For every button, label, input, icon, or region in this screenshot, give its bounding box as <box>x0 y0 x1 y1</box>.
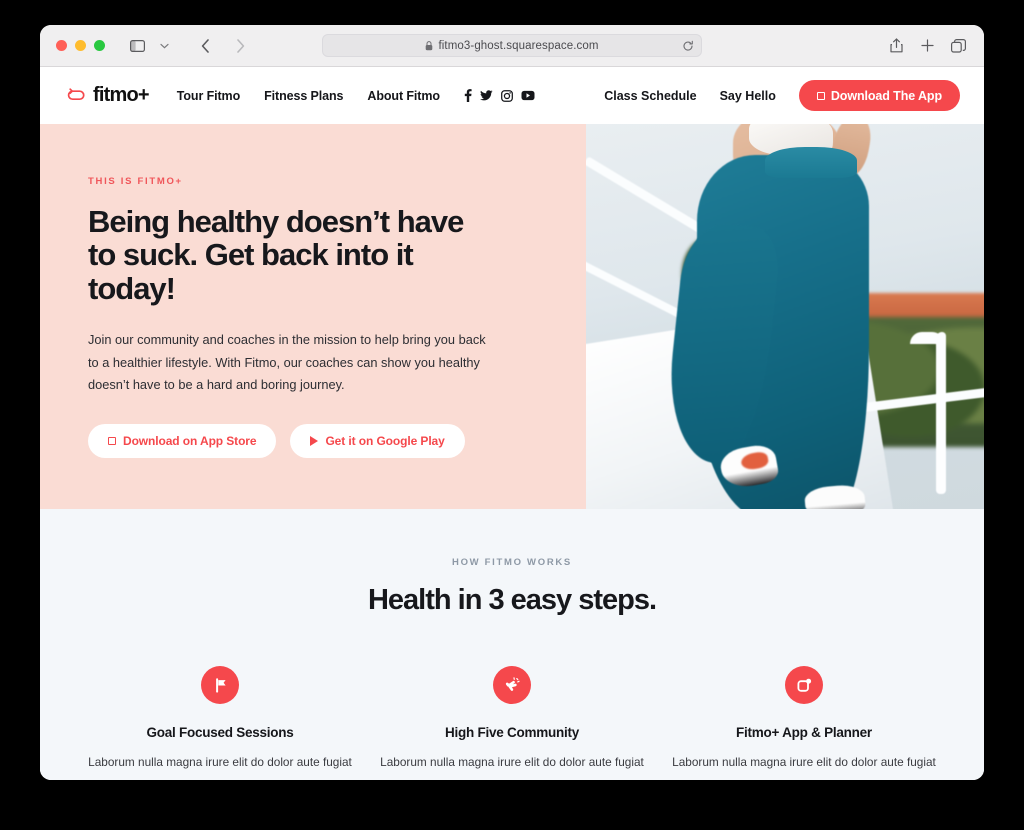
feature-card: High Five Community Laborum nulla magna … <box>366 666 658 772</box>
address-bar[interactable]: fitmo3-ghost.squarespace.com <box>322 34 702 57</box>
url-text: fitmo3-ghost.squarespace.com <box>438 39 599 52</box>
google-play-icon <box>310 435 319 446</box>
feature-card: Goal Focused Sessions Laborum nulla magn… <box>74 666 366 772</box>
nav-item-fitness-plans[interactable]: Fitness Plans <box>264 89 343 103</box>
google-play-button[interactable]: Get it on Google Play <box>290 423 465 458</box>
feature-body: Laborum nulla magna irure elit do dolor … <box>380 755 644 769</box>
main-nav: Tour Fitmo Fitness Plans About Fitmo <box>177 89 440 103</box>
instagram-icon[interactable] <box>500 89 513 102</box>
google-play-label: Get it on Google Play <box>325 433 445 448</box>
app-store-label: Download on App Store <box>123 433 257 448</box>
browser-window: fitmo3-ghost.squarespace.com fitmo+ Tour… <box>40 25 984 780</box>
clapping-hands-icon <box>493 666 531 704</box>
lock-icon <box>425 40 433 51</box>
hero-eyebrow: THIS IS FITMO+ <box>88 176 183 187</box>
hero-image-post-right <box>910 331 947 494</box>
hero-content: THIS IS FITMO+ Being healthy doesn’t hav… <box>40 124 586 509</box>
reload-icon[interactable] <box>682 40 694 52</box>
download-the-app-label: Download The App <box>830 88 942 103</box>
twitter-icon[interactable] <box>479 90 493 101</box>
app-store-icon <box>108 436 116 445</box>
app-square-icon <box>816 91 825 100</box>
youtube-icon[interactable] <box>521 90 535 101</box>
nav-item-about-fitmo[interactable]: About Fitmo <box>367 89 440 103</box>
section-kicker: HOW FITMO WORKS <box>452 557 572 568</box>
hero-paragraph: Join our community and coaches in the mi… <box>88 332 486 393</box>
download-app-store-button[interactable]: Download on App Store <box>88 423 277 458</box>
app-planner-icon <box>785 666 823 704</box>
header-right-group: Class Schedule Say Hello Download The Ap… <box>604 80 960 111</box>
how-it-works-section: HOW FITMO WORKS Health in 3 easy steps. … <box>40 509 984 780</box>
feature-cards: Goal Focused Sessions Laborum nulla magn… <box>40 666 984 772</box>
browser-toolbar: fitmo3-ghost.squarespace.com <box>40 25 984 67</box>
facebook-icon[interactable] <box>464 89 472 102</box>
social-links <box>464 89 535 102</box>
site-header: fitmo+ Tour Fitmo Fitness Plans About Fi… <box>40 67 984 124</box>
feature-title: High Five Community <box>444 725 579 740</box>
section-title: Health in 3 easy steps. <box>367 584 657 616</box>
hero-title: Being healthy doesn’t have to suck. Get … <box>88 204 464 306</box>
logo-text: fitmo+ <box>93 84 150 106</box>
site-logo[interactable]: fitmo+ <box>66 84 150 107</box>
hero-image-waistband <box>765 147 857 178</box>
nav-item-tour-fitmo[interactable]: Tour Fitmo <box>177 89 240 103</box>
feature-card: Fitmo+ App & Planner Laborum nulla magna… <box>658 666 950 772</box>
page-viewport: fitmo+ Tour Fitmo Fitness Plans About Fi… <box>40 67 984 780</box>
address-bar-region: fitmo3-ghost.squarespace.com <box>40 34 984 57</box>
feature-body: Laborum nulla magna irure elit do dolor … <box>672 755 936 769</box>
hero-cta-group: Download on App Store Get it on Google P… <box>88 423 538 458</box>
download-the-app-button[interactable]: Download The App <box>798 80 960 111</box>
hero-image <box>586 124 984 509</box>
feature-title: Goal Focused Sessions <box>146 725 294 740</box>
flag-icon <box>201 666 239 704</box>
feature-body: Laborum nulla magna irure elit do dolor … <box>88 755 352 769</box>
desktop-background: fitmo3-ghost.squarespace.com fitmo+ Tour… <box>0 0 1024 830</box>
nav-item-say-hello[interactable]: Say Hello <box>720 89 776 103</box>
loop-arrow-icon <box>66 88 86 103</box>
feature-title: Fitmo+ App & Planner <box>736 725 872 740</box>
nav-item-class-schedule[interactable]: Class Schedule <box>604 89 696 103</box>
hero-section: THIS IS FITMO+ Being healthy doesn’t hav… <box>40 124 984 509</box>
